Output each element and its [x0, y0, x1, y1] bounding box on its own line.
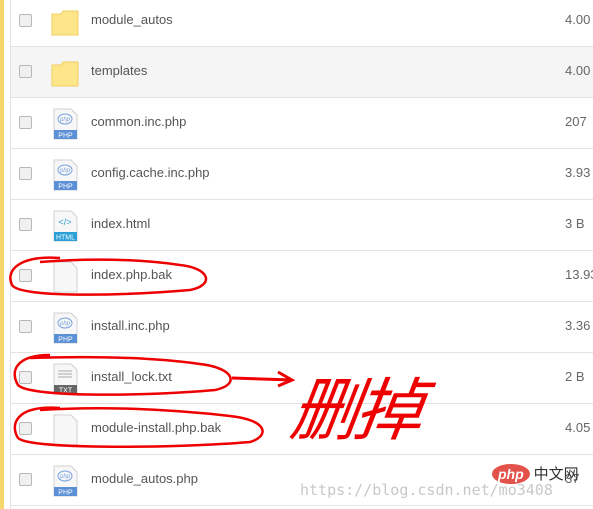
- file-size: 3.36: [565, 318, 591, 333]
- file-row[interactable]: index.php.bak 13.93: [11, 251, 593, 302]
- svg-text:php: php: [59, 117, 71, 123]
- file-name[interactable]: index.php.bak: [91, 267, 172, 282]
- file-name[interactable]: install_lock.txt: [91, 369, 172, 384]
- svg-text:php: php: [59, 321, 71, 327]
- php-file-icon: php PHP: [51, 465, 79, 497]
- left-accent-bar: [0, 0, 4, 509]
- file-name[interactable]: common.inc.php: [91, 114, 186, 129]
- file-row[interactable]: templates 4.00: [11, 47, 593, 98]
- file-size: 2 B: [565, 369, 585, 384]
- logo-text: 中文网: [533, 466, 579, 483]
- file-name[interactable]: config.cache.inc.php: [91, 165, 210, 180]
- svg-text:PHP: PHP: [58, 337, 73, 344]
- row-checkbox[interactable]: [19, 320, 32, 333]
- row-checkbox[interactable]: [19, 473, 32, 486]
- svg-text:PHP: PHP: [58, 133, 73, 140]
- row-checkbox[interactable]: [19, 269, 32, 282]
- svg-text:HTML: HTML: [56, 235, 75, 242]
- svg-text:TXT: TXT: [59, 388, 73, 395]
- blank-file-icon: [51, 414, 79, 446]
- file-name[interactable]: install.inc.php: [91, 318, 170, 333]
- php-file-icon: php PHP: [51, 312, 79, 344]
- file-row[interactable]: php PHP common.inc.php 207: [11, 98, 593, 149]
- file-row[interactable]: </> HTML index.html 3 B: [11, 200, 593, 251]
- html-file-icon: </> HTML: [51, 210, 79, 242]
- php-file-icon: php PHP: [51, 108, 79, 140]
- svg-text:</>: </>: [58, 217, 71, 227]
- row-checkbox[interactable]: [19, 218, 32, 231]
- file-size: 4.05: [565, 420, 591, 435]
- site-logo: php 中文网: [492, 463, 579, 484]
- file-row[interactable]: php PHP install.inc.php 3.36: [11, 302, 593, 353]
- file-name[interactable]: module-install.php.bak: [91, 420, 221, 435]
- logo-mark: php: [492, 463, 530, 484]
- file-name[interactable]: module_autos: [91, 12, 173, 27]
- svg-text:php: php: [59, 474, 71, 480]
- file-size: 207: [565, 114, 587, 129]
- file-name[interactable]: module_autos.php: [91, 471, 198, 486]
- svg-text:php: php: [59, 168, 71, 174]
- file-size: 13.93: [565, 267, 593, 282]
- row-checkbox[interactable]: [19, 167, 32, 180]
- svg-text:PHP: PHP: [58, 490, 73, 497]
- file-row[interactable]: module_autos 4.00: [11, 0, 593, 47]
- file-name[interactable]: templates: [91, 63, 147, 78]
- file-size: 4.00: [565, 63, 591, 78]
- annotation-text: 删掉: [285, 372, 425, 451]
- file-size: 3.93: [565, 165, 591, 180]
- file-name[interactable]: index.html: [91, 216, 150, 231]
- blank-file-icon: [51, 261, 79, 293]
- row-checkbox[interactable]: [19, 371, 32, 384]
- txt-file-icon: TXT: [51, 363, 79, 395]
- svg-text:PHP: PHP: [58, 184, 73, 191]
- file-row[interactable]: php PHP config.cache.inc.php 3.93: [11, 149, 593, 200]
- folder-icon: [51, 6, 79, 38]
- row-checkbox[interactable]: [19, 422, 32, 435]
- file-size: 4.00: [565, 12, 591, 27]
- row-checkbox[interactable]: [19, 116, 32, 129]
- row-checkbox[interactable]: [19, 14, 32, 27]
- file-size: 3 B: [565, 216, 585, 231]
- folder-icon: [51, 57, 79, 89]
- row-checkbox[interactable]: [19, 65, 32, 78]
- php-file-icon: php PHP: [51, 159, 79, 191]
